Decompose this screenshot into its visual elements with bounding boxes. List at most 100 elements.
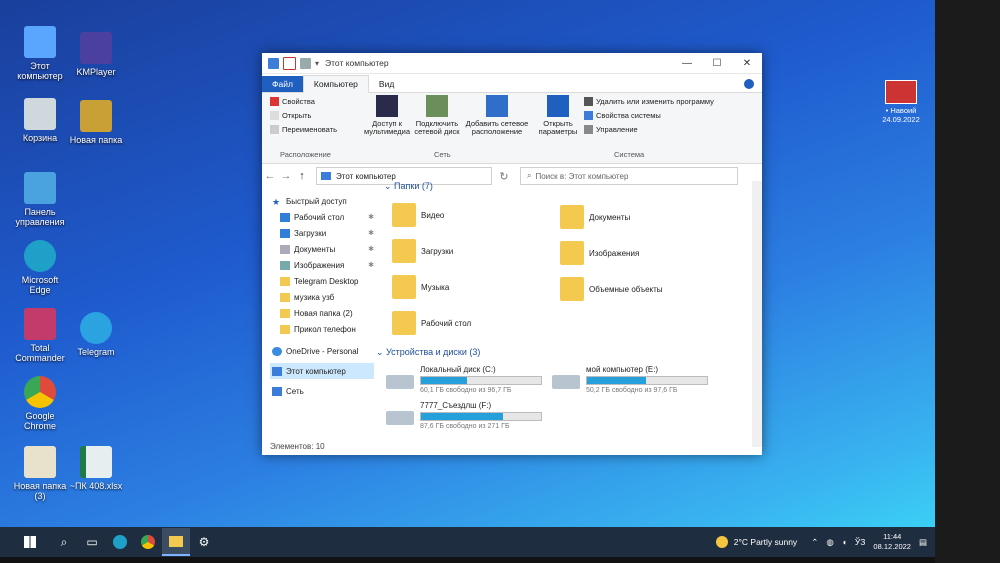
language-indicator[interactable]: ЎЗ: [855, 537, 866, 547]
desktop-icon-new-folder-3[interactable]: Новая папка (3): [10, 446, 70, 501]
folder-videos[interactable]: Видео: [392, 203, 444, 227]
manage-icon: [584, 125, 593, 134]
desktop-icon-recycle-bin[interactable]: Корзина: [10, 98, 70, 143]
nav-this-pc[interactable]: Этот компьютер: [270, 363, 374, 379]
ribbon: Свойства Открыть Переименовать Расположе…: [262, 93, 762, 164]
tab-file[interactable]: Файл: [262, 76, 303, 92]
taskbar-chrome[interactable]: [134, 528, 162, 556]
start-button[interactable]: [16, 528, 44, 556]
desktop-icon-edge[interactable]: Microsoft Edge: [10, 240, 70, 295]
rename-button[interactable]: Переименовать: [270, 125, 337, 134]
nav-item-telegram-desktop[interactable]: Telegram Desktop: [270, 273, 374, 289]
manage-button[interactable]: Управление: [584, 125, 638, 134]
nav-item-downloads[interactable]: Загрузки ✱: [270, 225, 374, 241]
desktop-icon-control-panel[interactable]: Панель управления: [10, 172, 70, 227]
forward-button[interactable]: →: [278, 170, 294, 182]
drive-c[interactable]: Локальный диск (C:) 60,1 ГБ свободно из …: [386, 365, 542, 394]
uninstall-button[interactable]: Удалить или изменить программу: [584, 97, 714, 106]
pin-icon[interactable]: ✱: [368, 245, 374, 253]
pin-icon[interactable]: ✱: [368, 213, 374, 221]
folders-header[interactable]: ⌄ Папки (7): [384, 181, 433, 192]
network-icon[interactable]: ◍: [826, 537, 833, 548]
weather-widget[interactable]: 2°C Partly sunny: [715, 536, 798, 548]
vertical-scrollbar[interactable]: [752, 181, 762, 447]
folder-icon: [169, 535, 183, 547]
group-label-location: Расположение: [280, 150, 331, 159]
properties-quick-icon[interactable]: [283, 56, 296, 70]
drive-icon: [552, 375, 580, 389]
close-button[interactable]: ✕: [732, 58, 762, 69]
nav-item-documents[interactable]: Документы ✱: [270, 241, 374, 257]
nav-onedrive[interactable]: OneDrive - Personal: [270, 343, 374, 359]
desktop-icon-kmplayer[interactable]: KMPlayer: [66, 32, 126, 77]
chevron-up-icon[interactable]: ⌃: [811, 537, 818, 548]
desktop-icon-chrome[interactable]: Google Chrome: [10, 376, 70, 431]
maximize-button[interactable]: ☐: [702, 58, 732, 69]
taskbar-explorer[interactable]: [162, 528, 190, 556]
pc-icon: [268, 57, 279, 69]
notifications-icon[interactable]: ▤: [919, 537, 927, 548]
open-settings-button[interactable]: Открыть параметры: [538, 95, 578, 136]
tab-computer[interactable]: Компьютер: [302, 75, 369, 93]
clock-date: 08.12.2022: [873, 542, 911, 551]
help-icon[interactable]: [744, 79, 754, 89]
nav-network[interactable]: Сеть: [270, 383, 374, 399]
folder-downloads[interactable]: Загрузки: [392, 239, 453, 263]
desktop-icon-label: Telegram: [77, 347, 115, 357]
desktop-icon-label: Корзина: [22, 133, 58, 143]
media-access-button[interactable]: Доступ к мультимедиа: [364, 95, 410, 136]
volume-icon[interactable]: ◖: [842, 537, 847, 547]
folder-3d-objects[interactable]: Объемные объекты: [560, 277, 663, 301]
tab-view[interactable]: Вид: [369, 76, 404, 92]
properties-button[interactable]: Свойства: [270, 97, 315, 106]
folder-music[interactable]: Музыка: [392, 275, 449, 299]
desktop-icon-total-commander[interactable]: Total Commander: [10, 308, 70, 363]
nav-label: Сеть: [286, 386, 304, 396]
up-button[interactable]: ↑: [294, 170, 310, 182]
nav-quick-access[interactable]: ★ Быстрый доступ: [270, 193, 374, 209]
back-button[interactable]: ←: [262, 170, 278, 182]
folder-icon: [280, 276, 290, 286]
nav-item-prikol[interactable]: Прикол телефон: [270, 321, 374, 337]
nav-item-new-folder-2[interactable]: Новая папка (2): [270, 305, 374, 321]
desktop-icon-new-folder[interactable]: Новая папка: [66, 100, 126, 145]
nav-item-pictures[interactable]: Изображения ✱: [270, 257, 374, 273]
folder-icon: [280, 308, 290, 318]
folder-desktop[interactable]: Рабочий стол: [392, 311, 471, 335]
devices-header[interactable]: ⌄ Устройства и диски (3): [376, 347, 480, 358]
system-properties-label: Свойства системы: [596, 111, 661, 120]
task-view-button[interactable]: ▭: [78, 528, 106, 556]
open-button[interactable]: Открыть: [270, 111, 311, 120]
folder-label: Документы: [589, 212, 631, 222]
taskbar-settings[interactable]: ⚙: [190, 528, 218, 556]
drive-e[interactable]: мой компьютер (E:) 50,2 ГБ свободно из 9…: [552, 365, 708, 394]
folder-pictures[interactable]: Изображения: [560, 241, 639, 265]
desktop-gadget[interactable]: • Навоий 24.09.2022: [876, 80, 926, 124]
taskbar-edge[interactable]: [106, 528, 134, 556]
desktop-icon-label: Google Chrome: [23, 411, 56, 431]
map-drive-button[interactable]: Подключить сетевой диск: [412, 95, 462, 136]
minimize-button[interactable]: —: [672, 58, 702, 69]
pin-icon[interactable]: ✱: [368, 229, 374, 237]
folder-icon: [280, 324, 290, 334]
drive-f[interactable]: 7777_Съездлш (F:) 87,6 ГБ свободно из 27…: [386, 401, 542, 430]
folder-documents[interactable]: Документы: [560, 205, 630, 229]
chevron-down-icon: ⌄: [384, 181, 395, 191]
clock[interactable]: 11:44 08.12.2022: [873, 532, 911, 552]
add-location-button[interactable]: Добавить сетевое расположение: [464, 95, 530, 136]
desktop-icon-this-pc[interactable]: Этот компьютер: [10, 26, 70, 81]
search-button[interactable]: ⌕: [50, 528, 78, 556]
chevron-down-icon[interactable]: ▾: [315, 59, 319, 68]
weather-text: 2°C Partly sunny: [733, 537, 798, 547]
new-folder-quick-icon[interactable]: [300, 57, 311, 69]
nav-item-desktop[interactable]: Рабочий стол ✱: [270, 209, 374, 225]
pc-icon: [272, 366, 282, 376]
rename-icon: [270, 125, 279, 134]
pin-icon[interactable]: ✱: [368, 261, 374, 269]
nav-item-music-uzb[interactable]: музика узб: [270, 289, 374, 305]
system-properties-button[interactable]: Свойства системы: [584, 111, 661, 120]
title-bar[interactable]: ▾ Этот компьютер — ☐ ✕: [262, 53, 762, 74]
uninstall-label: Удалить или изменить программу: [596, 97, 714, 106]
desktop-icon-telegram[interactable]: Telegram: [66, 312, 126, 357]
desktop-icon-xlsx[interactable]: ~ПК 408.xlsx: [66, 446, 126, 491]
